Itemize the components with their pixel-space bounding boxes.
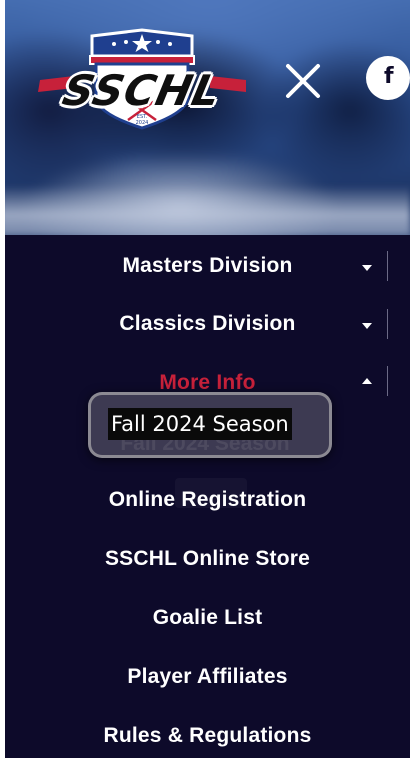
menu-item-label: Classics Division — [119, 312, 296, 335]
submenu-item-rules-regulations[interactable]: Rules & Regulations — [5, 716, 410, 756]
facebook-button[interactable]: f — [366, 56, 410, 100]
close-icon — [286, 64, 320, 98]
caret-down-icon[interactable] — [361, 262, 373, 274]
facebook-icon: f — [384, 64, 394, 89]
menu-item-classics-division[interactable]: Classics Division — [5, 304, 410, 344]
submenu-item-label: Rules & Regulations — [103, 724, 312, 747]
submenu-item-player-affiliates[interactable]: Player Affiliates — [5, 657, 410, 697]
menu-item-masters-division[interactable]: Masters Division — [5, 246, 410, 286]
header: EST. 2024 SSCHL f — [0, 0, 410, 235]
header-ice-surface — [0, 185, 410, 235]
tooltip-text: Fall 2024 Season — [108, 408, 292, 440]
submenu-item-label: Goalie List — [152, 606, 263, 629]
sschl-logo[interactable]: EST. 2024 SSCHL — [34, 26, 250, 132]
menu-divider — [387, 309, 388, 339]
menu-item-label: Masters Division — [122, 254, 293, 277]
hover-shadow — [175, 478, 247, 508]
logo-wordmark: SSCHL — [58, 66, 226, 115]
submenu-item-label: Player Affiliates — [127, 665, 288, 688]
hover-tooltip: Fall 2024 Season — [88, 392, 332, 458]
submenu-item-label: SSCHL Online Store — [104, 547, 311, 570]
left-edge — [0, 0, 5, 758]
caret-down-icon[interactable] — [361, 320, 373, 332]
submenu-item-online-store[interactable]: SSCHL Online Store — [5, 539, 410, 579]
mobile-nav-page: EST. 2024 SSCHL f Masters Division Class… — [0, 0, 410, 758]
close-menu-button[interactable] — [284, 62, 322, 100]
menu-divider — [387, 366, 388, 396]
menu-divider — [387, 251, 388, 281]
logo-year: 2024 — [136, 120, 149, 126]
submenu-item-goalie-list[interactable]: Goalie List — [5, 598, 410, 638]
caret-up-icon[interactable] — [361, 375, 373, 387]
